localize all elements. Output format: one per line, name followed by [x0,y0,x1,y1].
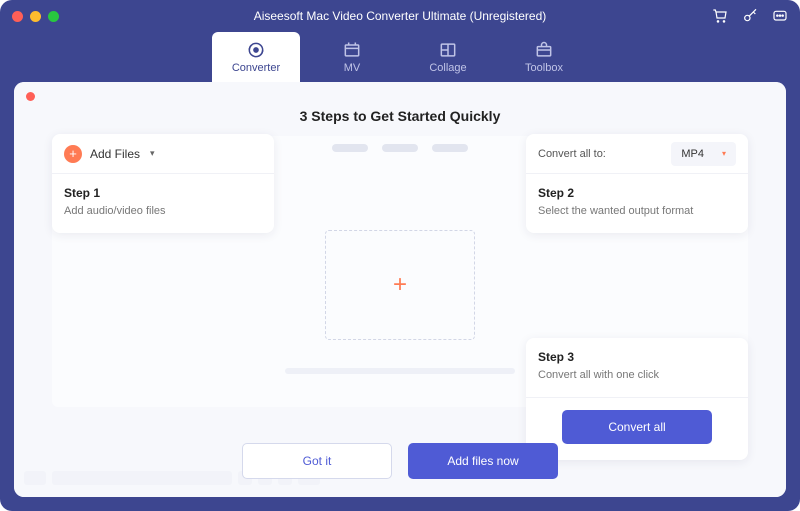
step2-desc: Select the wanted output format [538,205,736,217]
tab-label: Toolbox [525,62,563,74]
window-title: Aiseesoft Mac Video Converter Ultimate (… [254,9,547,23]
step1-title: Step 1 [64,186,262,200]
step2-card: Convert all to: MP4 ▾ Step 2 Select the … [526,134,748,233]
step1-card: + Add Files ▾ Step 1 Add audio/video fil… [52,134,274,233]
output-format-select[interactable]: MP4 ▾ [671,142,736,166]
onboarding-title: 3 Steps to Get Started Quickly [14,82,786,124]
content-area: 3 Steps to Get Started Quickly + + Add F… [14,82,786,497]
progress-placeholder [285,368,515,374]
step3-card: Step 3 Convert all with one click Conver… [526,338,748,460]
app-window: Aiseesoft Mac Video Converter Ultimate (… [0,0,800,511]
convert-all-button[interactable]: Convert all [562,410,712,444]
plus-icon: + [393,271,407,299]
dropzone[interactable]: + [325,230,475,340]
cart-icon[interactable] [712,8,728,24]
step2-title: Step 2 [538,186,736,200]
close-icon[interactable] [26,92,35,101]
tab-label: MV [344,62,361,74]
feedback-icon[interactable] [772,8,788,24]
step1-desc: Add audio/video files [64,205,262,217]
mv-icon [342,40,362,60]
tab-converter[interactable]: Converter [212,32,300,82]
collage-icon [438,40,458,60]
minimize-window-button[interactable] [30,11,41,22]
tab-collage[interactable]: Collage [404,32,492,82]
got-it-button[interactable]: Got it [242,443,392,479]
add-files-label: Add Files [90,147,140,161]
step3-desc: Convert all with one click [538,369,736,381]
tab-label: Converter [232,62,280,74]
tab-toolbox[interactable]: Toolbox [500,32,588,82]
background-tabs-placeholder [332,144,468,152]
zoom-window-button[interactable] [48,11,59,22]
add-icon: + [64,145,82,163]
onboarding-footer: Got it Add files now [242,443,558,479]
onboarding-modal: 3 Steps to Get Started Quickly + + Add F… [14,82,786,497]
window-controls [12,11,59,22]
add-files-now-button[interactable]: Add files now [408,443,558,479]
chevron-down-icon: ▾ [150,148,155,159]
output-format-value: MP4 [681,148,704,160]
tab-label: Collage [429,62,466,74]
titlebar: Aiseesoft Mac Video Converter Ultimate (… [0,0,800,32]
step3-title: Step 3 [538,350,736,364]
close-window-button[interactable] [12,11,23,22]
convert-to-label: Convert all to: [538,148,606,160]
tab-mv[interactable]: MV [308,32,396,82]
titlebar-actions [712,8,788,24]
key-icon[interactable] [742,8,758,24]
converter-icon [246,40,266,60]
add-files-button[interactable]: + Add Files ▾ [52,134,274,174]
chevron-down-icon: ▾ [722,149,726,158]
toolbox-icon [534,40,554,60]
